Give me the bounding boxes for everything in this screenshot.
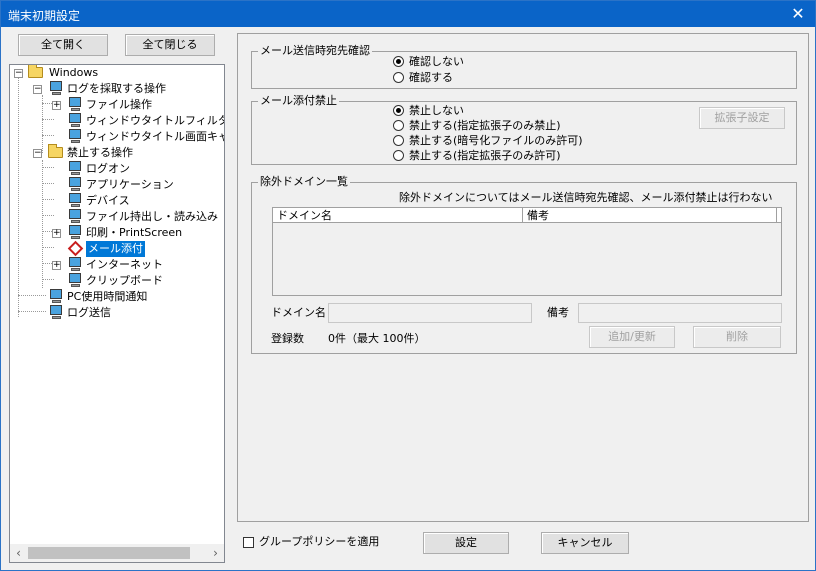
tree-item-label: ログ送信 <box>67 306 111 319</box>
folder-icon <box>48 144 63 158</box>
tree-item-log-send[interactable]: ログ送信 <box>10 305 224 321</box>
column-header-note[interactable]: 備考 <box>523 208 777 223</box>
tree-item-label: Windows <box>49 66 99 79</box>
computer-icon <box>68 97 82 112</box>
tree-item-windows[interactable]: − Windows <box>10 65 224 81</box>
list-header: ドメイン名 備考 <box>273 208 781 223</box>
radio-label: 禁止する(暗号化ファイルのみ許可) <box>409 134 583 147</box>
tree-item-label: デバイス <box>86 194 130 207</box>
add-update-button[interactable]: 追加/更新 <box>589 326 675 348</box>
expand-all-button[interactable]: 全て開く <box>18 34 108 56</box>
mail-confirm-title: メール送信時宛先確認 <box>258 44 372 58</box>
folder-icon <box>28 65 43 78</box>
exclude-domain-list[interactable]: ドメイン名 備考 <box>272 207 782 296</box>
window-title: 端末初期設定 <box>8 9 81 23</box>
settings-window: 端末初期設定 ✕ 全て開く 全て閉じる − Windows − ログを採取する操… <box>0 0 816 571</box>
radio-label: 禁止する(指定拡張子のみ禁止) <box>409 119 561 132</box>
tree-item-device[interactable]: デバイス <box>10 193 224 209</box>
collapse-all-button[interactable]: 全て閉じる <box>125 34 215 56</box>
registered-count-label: 登録数 <box>271 332 304 345</box>
radio-label: 確認する <box>409 71 453 84</box>
collapse-toggle-icon[interactable]: − <box>33 85 42 94</box>
expand-toggle-icon[interactable]: + <box>52 101 61 110</box>
extension-settings-button[interactable]: 拡張子設定 <box>699 107 785 129</box>
tree-item-label: PC使用時間通知 <box>67 290 148 303</box>
mail-attach-title: メール添付禁止 <box>258 94 339 108</box>
tree-item-label: ファイル持出し・読み込み <box>86 210 218 223</box>
tree-horizontal-scrollbar[interactable]: ‹ › <box>10 544 224 562</box>
tree-item-file-transfer[interactable]: ファイル持出し・読み込み <box>10 209 224 225</box>
tree-item-pc-usage[interactable]: PC使用時間通知 <box>10 289 224 305</box>
tree-item-print-screen[interactable]: + 印刷・PrintScreen <box>10 225 224 241</box>
settings-tree[interactable]: − Windows − ログを採取する操作 + ファイル操作 ウィンドウタイトル… <box>9 64 225 563</box>
tree-item-log-ops[interactable]: − ログを採取する操作 <box>10 81 224 97</box>
computer-icon <box>68 257 82 272</box>
scroll-right-icon[interactable]: › <box>207 544 224 562</box>
group-policy-label: グループポリシーを適用 <box>259 535 380 548</box>
domain-name-field[interactable] <box>328 303 532 323</box>
expand-toggle-icon[interactable]: + <box>52 261 61 270</box>
mail-confirm-group: メール送信時宛先確認 <box>251 44 797 89</box>
exclude-note: 除外ドメインについてはメール送信時宛先確認、メール添付禁止は行わない <box>399 191 773 204</box>
tree-item-logon[interactable]: ログオン <box>10 161 224 177</box>
column-header-domain[interactable]: ドメイン名 <box>273 208 523 223</box>
tree-item-label: ウィンドウタイトル画面キャ <box>86 130 225 143</box>
tree-item-clipboard[interactable]: クリップボード <box>10 273 224 289</box>
tree-item-label: ウィンドウタイトルフィルタ <box>86 114 225 127</box>
group-policy-checkbox[interactable] <box>243 537 254 548</box>
title-bar: 端末初期設定 ✕ <box>1 1 815 27</box>
tree-item-window-title-capture[interactable]: ウィンドウタイトル画面キャ <box>10 129 224 145</box>
radio-button[interactable] <box>393 72 404 83</box>
radio-label: 禁止しない <box>409 104 464 117</box>
tree-item-label: インターネット <box>86 258 163 271</box>
computer-icon <box>68 113 82 128</box>
note-label: 備考 <box>547 306 569 319</box>
delete-button[interactable]: 削除 <box>693 326 781 348</box>
tree-item-application[interactable]: アプリケーション <box>10 177 224 193</box>
note-field[interactable] <box>578 303 782 323</box>
tree-item-label: アプリケーション <box>86 178 174 191</box>
computer-icon <box>68 177 82 192</box>
radio-button[interactable] <box>393 56 404 67</box>
set-button[interactable]: 設定 <box>423 532 509 554</box>
computer-icon <box>68 225 82 240</box>
scroll-thumb[interactable] <box>28 547 190 559</box>
radio-label: 確認しない <box>409 55 464 68</box>
collapse-toggle-icon[interactable]: − <box>33 149 42 158</box>
radio-label: 禁止する(指定拡張子のみ許可) <box>409 149 561 162</box>
radio-button[interactable] <box>393 120 404 131</box>
close-icon[interactable]: ✕ <box>781 1 815 27</box>
tree-item-internet[interactable]: + インターネット <box>10 257 224 273</box>
collapse-toggle-icon[interactable]: − <box>14 69 23 78</box>
radio-button[interactable] <box>393 135 404 146</box>
computer-icon <box>49 81 63 96</box>
tree-item-prohibited-ops[interactable]: − 禁止する操作 <box>10 144 224 161</box>
tree-item-label: 印刷・PrintScreen <box>86 226 183 239</box>
tree-item-label: 禁止する操作 <box>67 146 133 159</box>
tree-item-label: ログオン <box>86 162 130 175</box>
computer-icon <box>49 289 63 304</box>
tree-item-label: ログを採取する操作 <box>67 82 166 95</box>
cancel-button[interactable]: キャンセル <box>541 532 629 554</box>
tree-item-mail-attach[interactable]: メール添付 <box>10 240 224 257</box>
computer-icon <box>68 273 82 288</box>
computer-icon <box>68 161 82 176</box>
domain-name-label: ドメイン名 <box>271 306 326 319</box>
scroll-left-icon[interactable]: ‹ <box>10 544 27 562</box>
tree-item-file-ops[interactable]: + ファイル操作 <box>10 97 224 113</box>
computer-icon <box>68 193 82 208</box>
computer-icon <box>49 305 63 320</box>
tree-item-label: ファイル操作 <box>86 98 152 111</box>
computer-icon <box>68 129 82 144</box>
radio-button[interactable] <box>393 150 404 161</box>
exclude-domain-title: 除外ドメイン一覧 <box>258 175 350 189</box>
tree-item-label-selected: メール添付 <box>86 241 145 257</box>
registered-count-value: 0件（最大 100件） <box>328 332 426 345</box>
tree-item-window-title-filter[interactable]: ウィンドウタイトルフィルタ <box>10 113 224 129</box>
warning-diamond-icon <box>67 240 84 257</box>
tree-item-label: クリップボード <box>86 274 163 287</box>
computer-icon <box>68 209 82 224</box>
radio-button[interactable] <box>393 105 404 116</box>
expand-toggle-icon[interactable]: + <box>52 229 61 238</box>
